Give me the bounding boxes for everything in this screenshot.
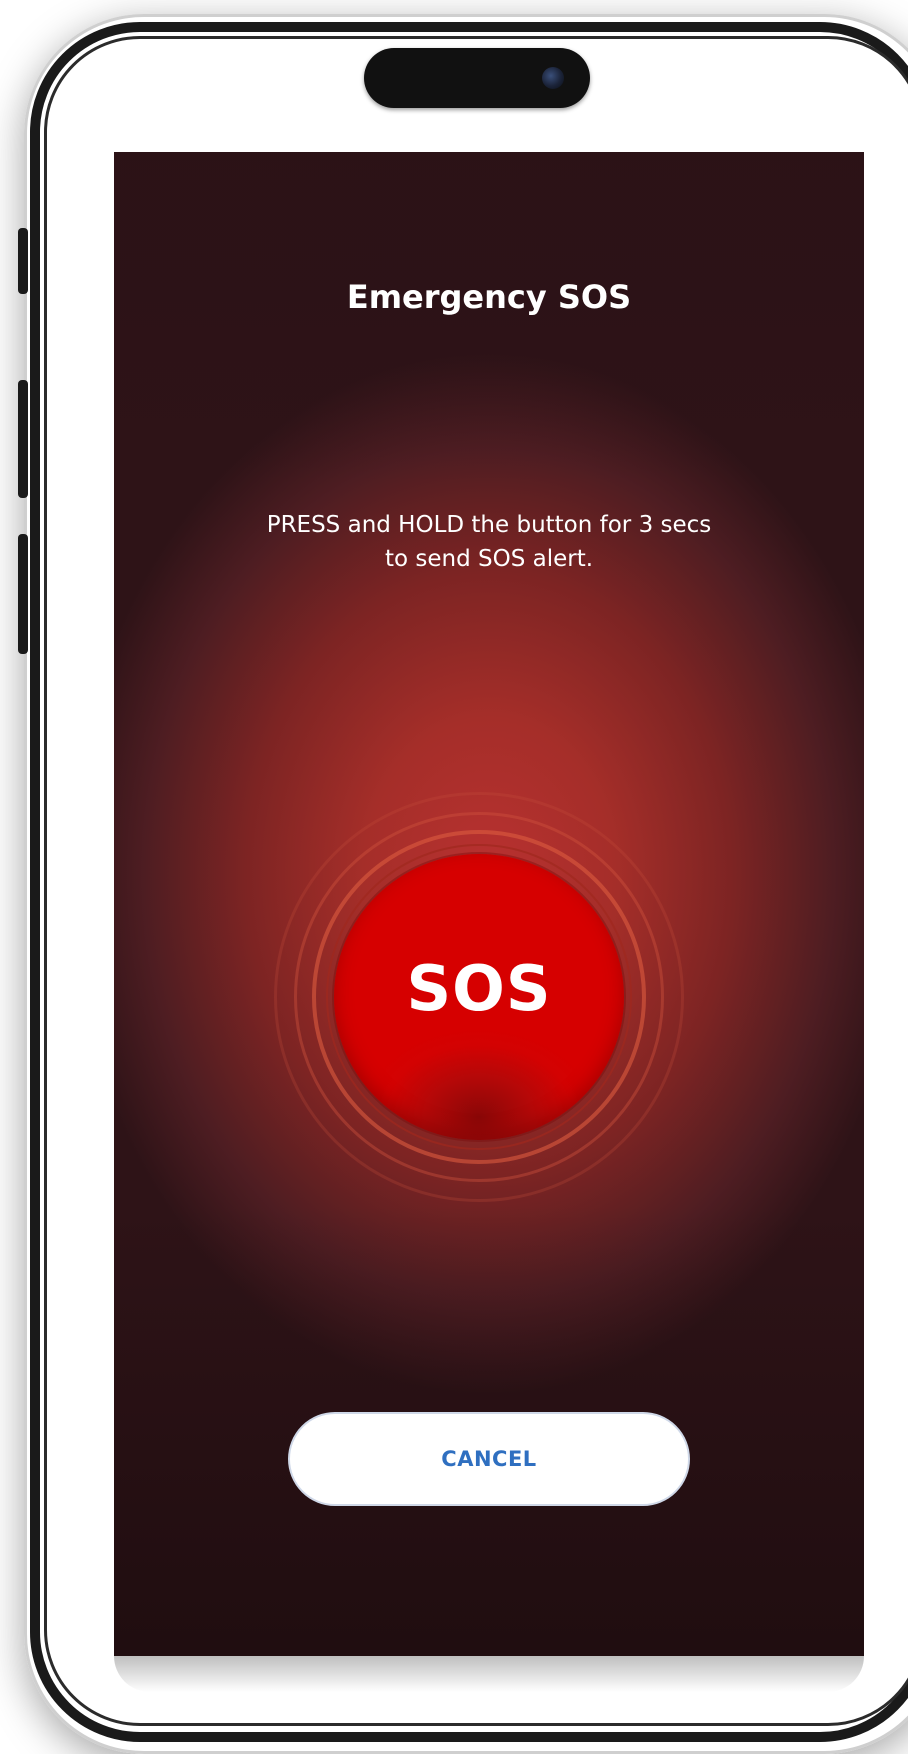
page-title: Emergency SOS: [346, 278, 632, 316]
action-button: [18, 228, 28, 294]
sos-button-label: SOS: [406, 951, 552, 1025]
sos-button[interactable]: SOS: [334, 854, 624, 1140]
instruction-text: PRESS and HOLD the button for 3 secs to …: [114, 508, 864, 576]
volume-down-button: [18, 534, 28, 654]
volume-up-button: [18, 380, 28, 498]
screen-bottom-shadow: [114, 1656, 864, 1692]
cancel-button-label: CANCEL: [441, 1447, 537, 1471]
camera-icon: [542, 67, 564, 89]
sos-button-area: SOS: [274, 792, 684, 1202]
instruction-line-2: to send SOS alert.: [384, 546, 594, 572]
dynamic-island: [364, 48, 590, 108]
app-stage: Emergency SOS PRESS and HOLD the button …: [0, 0, 908, 1754]
cancel-button[interactable]: CANCEL: [288, 1412, 690, 1506]
instruction-line-1: PRESS and HOLD the button for 3 secs: [266, 512, 712, 538]
emergency-sos-screen: Emergency SOS PRESS and HOLD the button …: [114, 152, 864, 1656]
